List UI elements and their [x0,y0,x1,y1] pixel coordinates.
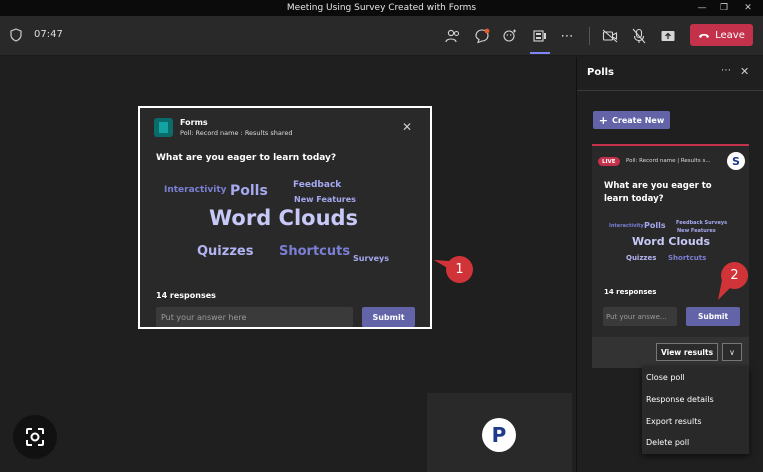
apps-active-indicator [530,52,550,54]
word-cloud-word: Polls [230,183,268,199]
poll-options-menu: Close poll Response details Export resul… [642,366,749,454]
poll-response-count: 14 responses [604,288,657,296]
menu-item-response-details[interactable]: Response details [646,395,714,404]
word-cloud-word: Word Clouds [209,206,359,230]
poll-summary-card: LIVE Poll: Record name | Results s... S … [592,144,749,368]
lens-icon [26,428,44,446]
menu-item-delete-poll[interactable]: Delete poll [646,438,689,447]
leave-label: Leave [715,29,745,41]
poll-submit-button[interactable]: Submit [686,307,740,326]
meeting-toolbar: 07:47 ⋯ Leave [0,16,763,56]
panel-divider [577,90,763,91]
minimize-icon[interactable]: — [691,0,713,16]
menu-item-export-results[interactable]: Export results [646,417,702,426]
more-icon[interactable]: ⋯ [555,24,579,48]
create-new-label: Create New [612,115,665,125]
participant-avatar: P [482,418,516,452]
chat-icon[interactable] [470,24,494,48]
poll-question: What are you eager to learn today? [604,181,712,204]
word-cloud-word: New Features [294,195,356,204]
poll-question: What are you eager to learn today? [156,153,337,163]
word-cloud-word: New Features [677,228,716,234]
hangup-icon [699,33,710,38]
chevron-down-icon[interactable]: ∨ [722,343,742,361]
word-cloud-word: Shortcuts [668,254,707,262]
apps-icon[interactable] [528,24,552,48]
shield-icon [10,28,22,42]
leave-button[interactable]: Leave [690,24,753,46]
word-cloud-word: Quizzes [626,254,657,262]
annotation-badge: 1 [446,256,473,283]
reactions-icon[interactable] [498,24,522,48]
toolbar-divider [589,27,590,45]
lens-search-button[interactable] [13,415,57,459]
view-results-button[interactable]: View results [656,343,718,361]
poll-response-count: 14 responses [156,291,216,300]
word-cloud-word: Polls [644,221,666,230]
restore-icon[interactable]: ❐ [713,0,735,16]
create-new-button[interactable]: + Create New [593,111,670,129]
poll-name: Poll: Record name | Results s... [626,158,711,164]
live-badge: LIVE [598,157,620,166]
close-icon[interactable]: ✕ [740,65,749,78]
poll-answer-input[interactable] [156,307,353,327]
poll-card-subtitle: Poll: Record name : Results shared [180,129,293,137]
poll-card: Forms Poll: Record name : Results shared… [138,106,432,329]
plus-icon: + [598,113,609,127]
panel-title: Polls [587,67,615,78]
menu-item-close-poll[interactable]: Close poll [646,373,685,382]
word-cloud-word: Word Clouds [632,235,711,248]
word-cloud-word: Feedback Surveys [676,220,728,226]
live-label: LIVE [602,158,616,165]
word-cloud-word: Interactivity [164,185,227,195]
people-icon[interactable] [441,24,465,48]
poll-card-app-name: Forms [180,118,208,127]
annotation-badge: 2 [721,262,748,289]
poll-card-footer: View results ∨ [592,337,749,368]
camera-off-icon[interactable] [598,24,622,48]
close-icon[interactable]: ✕ [402,120,412,134]
word-cloud-word: Surveys [353,254,390,263]
window-title: Meeting Using Survey Created with Forms [286,3,477,13]
word-cloud-word: Quizzes [197,244,254,259]
close-window-icon[interactable]: ✕ [737,0,759,16]
title-bar: Meeting Using Survey Created with Forms … [0,0,763,16]
word-cloud-word: Feedback [293,180,342,190]
more-icon[interactable]: ⋯ [721,65,731,76]
meeting-timer: 07:47 [34,29,63,40]
share-icon[interactable] [656,24,680,48]
poll-submit-button[interactable]: Submit [362,307,415,327]
poll-card-header: Forms Poll: Record name : Results shared [154,118,293,137]
survey-logo-icon: S [727,152,745,170]
word-cloud-word: Interactivity [609,223,644,229]
view-results-label: View results [660,347,714,357]
forms-logo-icon [154,118,173,137]
word-cloud-word: Shortcuts [279,244,351,259]
poll-answer-input[interactable] [603,307,677,326]
mic-off-icon[interactable] [627,24,651,48]
